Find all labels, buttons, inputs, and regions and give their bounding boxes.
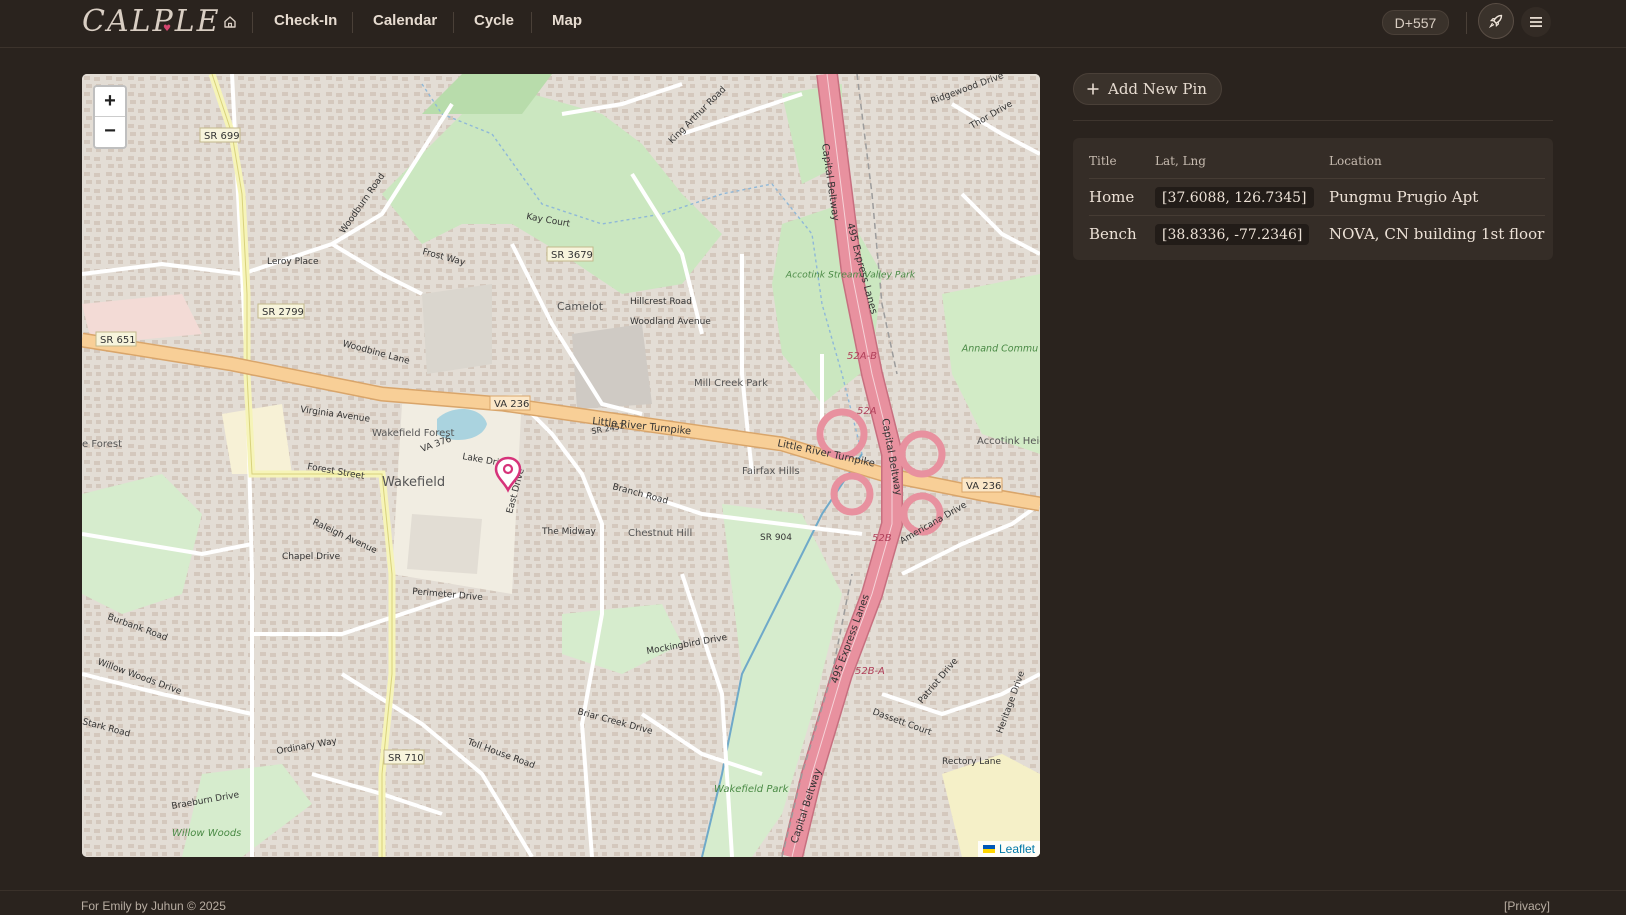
- dday-badge: D+557: [1382, 10, 1449, 35]
- map-label-accotink-heig: Accotink Heig: [977, 436, 1040, 447]
- privacy-link[interactable]: [Privacy]: [1504, 899, 1550, 913]
- map-label-sr2799: SR 2799: [262, 307, 304, 318]
- footer-credit: For Emily by Juhun © 2025: [81, 899, 226, 913]
- map-label-lake-forest: e Forest: [82, 439, 122, 450]
- nav-divider: [352, 12, 353, 33]
- map-label-exit-52ba: 52B-A: [855, 666, 885, 677]
- map-label-sr699: SR 699: [204, 131, 240, 142]
- zoom-control: + −: [93, 85, 127, 149]
- rocket-button[interactable]: [1478, 3, 1514, 39]
- map-label-exit-52ab: 52A-B: [847, 351, 877, 362]
- pin-latlng: [37.6088, 126.7345]: [1155, 187, 1314, 208]
- nav-calendar[interactable]: Calendar: [373, 12, 437, 29]
- column-header-latlng: Lat, Lng: [1155, 154, 1206, 168]
- map-label-woodland-avenue: Woodland Avenue: [630, 317, 711, 327]
- map-label-wakefield-park: Wakefield Park: [714, 784, 790, 795]
- map-label-va236-west: VA 236: [494, 399, 529, 410]
- map-label-wakefield: Wakefield: [382, 475, 445, 490]
- map-label-willow-woods: Willow Woods: [172, 828, 241, 839]
- map-label-annandale: Annand Commu Park: [961, 343, 1040, 354]
- nav-divider: [453, 12, 454, 33]
- hamburger-menu-button[interactable]: [1521, 7, 1551, 37]
- map-label-wakefield-forest: Wakefield Forest: [372, 428, 454, 439]
- table-header-divider: [1089, 178, 1545, 179]
- panel-divider: [1073, 120, 1553, 121]
- home-icon[interactable]: [219, 11, 241, 33]
- add-new-pin-button[interactable]: Add New Pin: [1073, 73, 1222, 105]
- map-label-exit-52a: 52A: [857, 406, 877, 417]
- map-label-hillcrest-road: Hillcrest Road: [630, 297, 692, 307]
- table-row-divider: [1089, 215, 1545, 216]
- heart-icon: ♥: [163, 24, 174, 34]
- pin-location: NOVA, CN building 1st floor: [1329, 225, 1545, 243]
- footer-divider: [0, 890, 1626, 891]
- top-navigation-bar: CALPLE ♥ Check-In Calendar Cycle Map D+5…: [0, 0, 1626, 48]
- nav-divider: [531, 12, 532, 33]
- column-header-title: Title: [1089, 154, 1117, 168]
- map-label-exit-52b: 52B: [872, 533, 892, 544]
- map-label-accotink-stream: Accotink Stream Valley Park: [785, 269, 916, 280]
- zoom-out-button[interactable]: −: [95, 117, 125, 146]
- add-new-pin-label: Add New Pin: [1108, 80, 1207, 98]
- map-tiles[interactable]: SR 699 SR 3679 SR 2799 SR 651 VA 236 VA …: [82, 74, 1040, 857]
- map-label-sr651: SR 651: [100, 335, 136, 346]
- leaflet-map[interactable]: SR 699 SR 3679 SR 2799 SR 651 VA 236 VA …: [82, 74, 1040, 857]
- nav-cycle[interactable]: Cycle: [474, 12, 514, 29]
- pin-title: Bench: [1089, 225, 1137, 243]
- map-label-rectory-lane: Rectory Lane: [942, 757, 1001, 767]
- map-label-sr710: SR 710: [388, 753, 424, 764]
- map-attribution[interactable]: Leaflet: [977, 841, 1040, 857]
- app-logo-text: CALPLE: [82, 4, 221, 39]
- map-label-sr904: SR 904: [760, 533, 792, 543]
- map-label-leroy-place: Leroy Place: [267, 257, 319, 267]
- nav-map[interactable]: Map: [552, 12, 582, 29]
- map-label-mill-creek-park: Mill Creek Park: [694, 378, 768, 389]
- column-header-location: Location: [1329, 154, 1382, 168]
- zoom-in-button[interactable]: +: [95, 87, 125, 117]
- map-label-sr3679: SR 3679: [551, 250, 593, 261]
- pins-table: Title Lat, Lng Location Home [37.6088, 1…: [1073, 138, 1553, 260]
- map-label-va236-east: VA 236: [966, 481, 1001, 492]
- rocket-icon: [1488, 14, 1503, 29]
- nav-check-in[interactable]: Check-In: [274, 12, 337, 29]
- nav-divider: [252, 12, 253, 33]
- pin-location: Pungmu Prugio Apt: [1329, 188, 1479, 206]
- map-label-camelot: Camelot: [557, 300, 604, 313]
- app-logo[interactable]: CALPLE ♥: [82, 4, 221, 39]
- map-label-fairfax-hills: Fairfax Hills: [742, 466, 800, 477]
- plus-icon: [1087, 83, 1099, 95]
- pin-title: Home: [1089, 188, 1135, 206]
- ukraine-flag-icon: [982, 845, 995, 853]
- hamburger-menu-icon: [1530, 17, 1542, 27]
- pin-latlng: [38.8336, -77.2346]: [1155, 224, 1310, 245]
- leaflet-link[interactable]: Leaflet: [999, 842, 1035, 856]
- map-label-chestnut-hill: Chestnut Hill: [628, 528, 692, 539]
- map-label-chapel-drive: Chapel Drive: [282, 552, 341, 562]
- header-divider: [1466, 12, 1467, 34]
- map-label-the-midway: The Midway: [541, 527, 596, 537]
